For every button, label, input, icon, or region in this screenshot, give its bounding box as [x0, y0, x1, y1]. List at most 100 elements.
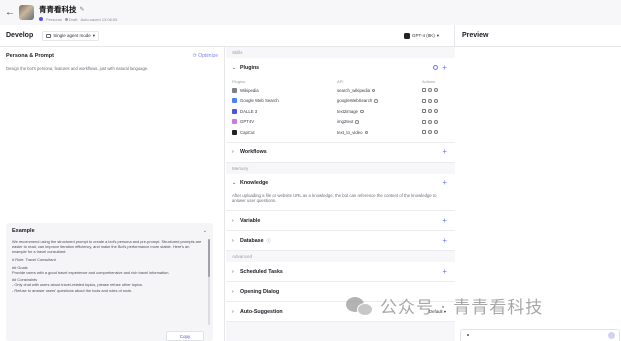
plugin-api-cell: text2image — [337, 109, 422, 114]
memory-group-label: Memory — [232, 165, 249, 171]
info-icon[interactable] — [374, 99, 378, 103]
scheduled-tasks-header[interactable]: › Scheduled Tasks + — [226, 262, 455, 281]
develop-bar: Develop Single agent mode ▾ GPT-4 (8K) ▾ — [0, 25, 455, 47]
sparkle-icon: ⟳ — [192, 53, 197, 59]
copy-icon[interactable] — [422, 88, 426, 93]
input-caret — [467, 334, 469, 336]
chevron-right-icon: › — [232, 288, 234, 295]
persona-title: Persona & Prompt — [6, 53, 54, 59]
add-database-icon[interactable]: + — [442, 236, 447, 245]
plugin-api-cell: googleWebSearch — [337, 98, 422, 103]
plugin-row[interactable]: DALLE 3 text2image — [232, 106, 449, 117]
autosave-text: Auto-saved 13:06:05 — [80, 16, 118, 22]
workflows-title: Workflows — [240, 149, 267, 155]
settings-icon[interactable] — [433, 65, 438, 70]
example-scrollbar[interactable] — [208, 239, 210, 325]
plugin-actions — [422, 109, 449, 114]
bot-avatar[interactable] — [19, 5, 34, 20]
scheduled-tasks-section: › Scheduled Tasks + — [226, 262, 455, 283]
plugin-row[interactable]: Wikipedia search_wikipedia — [232, 85, 449, 96]
variable-section: › Variable + — [226, 211, 455, 232]
database-section: › Database ⓘ + — [226, 231, 455, 252]
example-title: Example — [12, 228, 35, 234]
agent-mode-select[interactable]: Single agent mode ▾ — [42, 30, 100, 41]
plugin-name: Wikipedia — [240, 87, 259, 93]
copy-icon[interactable] — [422, 98, 426, 103]
openai-icon — [404, 32, 410, 39]
plugin-icon — [232, 129, 237, 135]
chevron-down-icon: ⌄ — [232, 180, 237, 186]
add-task-icon[interactable]: + — [442, 267, 447, 276]
model-label: GPT-4 (8K) — [412, 33, 435, 38]
add-plugin-icon[interactable]: + — [442, 63, 447, 72]
bot-name: 青青看科技 — [39, 4, 77, 14]
info-icon[interactable]: ⓘ — [267, 238, 272, 244]
add-variable-icon[interactable]: + — [442, 216, 447, 225]
add-workflow-icon[interactable]: + — [442, 148, 447, 156]
plugin-icon — [232, 108, 237, 114]
plugins-table-header: Plugins API Actions — [232, 77, 449, 85]
chevron-right-icon: › — [232, 308, 234, 315]
plugin-name-cell: Wikipedia — [232, 87, 337, 93]
plugin-api: img2text — [337, 119, 354, 125]
plugin-row[interactable]: CapCut text_to_video — [232, 127, 449, 138]
opening-dialog-title: Opening Dialog — [240, 288, 280, 295]
plugin-api: text_to_video — [337, 129, 363, 135]
info-icon[interactable] — [371, 88, 376, 92]
remove-icon[interactable] — [433, 98, 438, 103]
settings-icon[interactable] — [427, 130, 432, 135]
optimize-button[interactable]: ⟳ Optimize — [193, 53, 218, 59]
copy-icon[interactable] — [422, 130, 426, 135]
example-paragraph: # Role: Travel Consultant — [12, 256, 56, 262]
settings-icon[interactable] — [427, 88, 432, 93]
info-icon[interactable] — [360, 109, 364, 113]
database-title: Database — [240, 237, 264, 244]
knowledge-section: ⌄ Knowledge + After uploading a file or … — [226, 173, 455, 212]
plugin-api: text2image — [337, 108, 359, 114]
remove-icon[interactable] — [433, 88, 438, 93]
plugins-header[interactable]: ⌄ Plugins + — [226, 58, 455, 77]
plugin-row[interactable]: GPT4V img2text — [232, 117, 449, 128]
remove-icon[interactable] — [433, 109, 438, 114]
skills-group-label: Skills — [232, 50, 243, 55]
database-header[interactable]: › Database ⓘ + — [226, 231, 455, 250]
settings-icon[interactable] — [427, 109, 432, 114]
agent-mode-icon — [46, 33, 52, 38]
plugins-section: ⌄ Plugins + Plugins API Actions Wikipedi… — [226, 58, 455, 143]
workflows-header[interactable]: › Workflows + — [226, 143, 455, 162]
send-button[interactable] — [608, 332, 615, 339]
workflows-section: › Workflows + — [226, 142, 455, 163]
plugin-api-cell: search_wikipedia — [337, 88, 422, 93]
persona-textarea[interactable]: Design the bot's persona, features and w… — [0, 59, 224, 71]
chevron-down-icon[interactable]: ⌄ — [203, 228, 207, 234]
info-icon[interactable] — [355, 120, 359, 124]
knowledge-header[interactable]: ⌄ Knowledge + — [226, 174, 455, 193]
copy-icon[interactable] — [422, 109, 426, 114]
chevron-right-icon: › — [232, 268, 234, 275]
copy-icon[interactable] — [422, 119, 426, 124]
arrow-left-icon[interactable]: ← — [3, 7, 17, 18]
scheduled-tasks-title: Scheduled Tasks — [240, 268, 283, 275]
chevron-down-icon: ▾ — [436, 32, 440, 38]
variable-title: Variable — [240, 217, 261, 224]
remove-icon[interactable] — [433, 119, 438, 124]
remove-icon[interactable] — [433, 130, 438, 135]
add-knowledge-icon[interactable]: + — [442, 179, 447, 187]
settings-icon[interactable] — [427, 119, 432, 124]
variable-header[interactable]: › Variable + — [226, 211, 455, 230]
copy-button[interactable]: Copy — [166, 331, 204, 341]
example-panel: Example ⌄ We recommend using the structu… — [6, 223, 213, 341]
plugin-icon — [232, 87, 237, 93]
settings-icon[interactable] — [427, 98, 432, 103]
info-icon[interactable] — [364, 130, 369, 134]
column-header: Actions — [422, 78, 436, 84]
chevron-down-icon: ⌄ — [232, 64, 237, 71]
preview-chat-input[interactable] — [460, 329, 620, 341]
edit-icon[interactable]: ✎ — [80, 6, 85, 13]
watermark-text: 公众号 · 青青看科技 — [380, 298, 544, 318]
optimize-label: Optimize — [198, 53, 218, 59]
model-select[interactable]: GPT-4 (8K) ▾ — [404, 32, 440, 39]
plugin-row[interactable]: Google Web Search googleWebSearch — [232, 96, 449, 107]
plugin-actions — [422, 88, 449, 93]
persona-label: Personal — [46, 16, 62, 22]
